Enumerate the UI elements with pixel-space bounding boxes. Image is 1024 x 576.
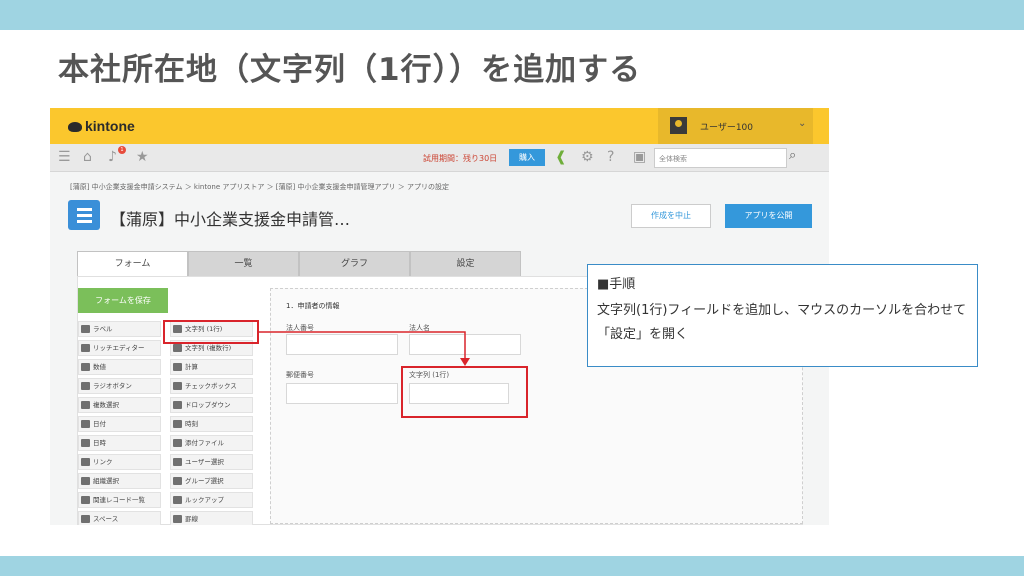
callout-body: 文字列(1行)フィールドを追加し、マウスのカーソルを合わせて「設定」を開く [597, 303, 967, 342]
arrow-head [460, 358, 470, 366]
instruction-callout: ■手順 文字列(1行)フィールドを追加し、マウスのカーソルを合わせて「設定」を開… [587, 264, 978, 367]
callout-heading: ■手順 [597, 277, 636, 292]
arrow-line [259, 331, 466, 360]
bottom-band [0, 556, 1024, 576]
